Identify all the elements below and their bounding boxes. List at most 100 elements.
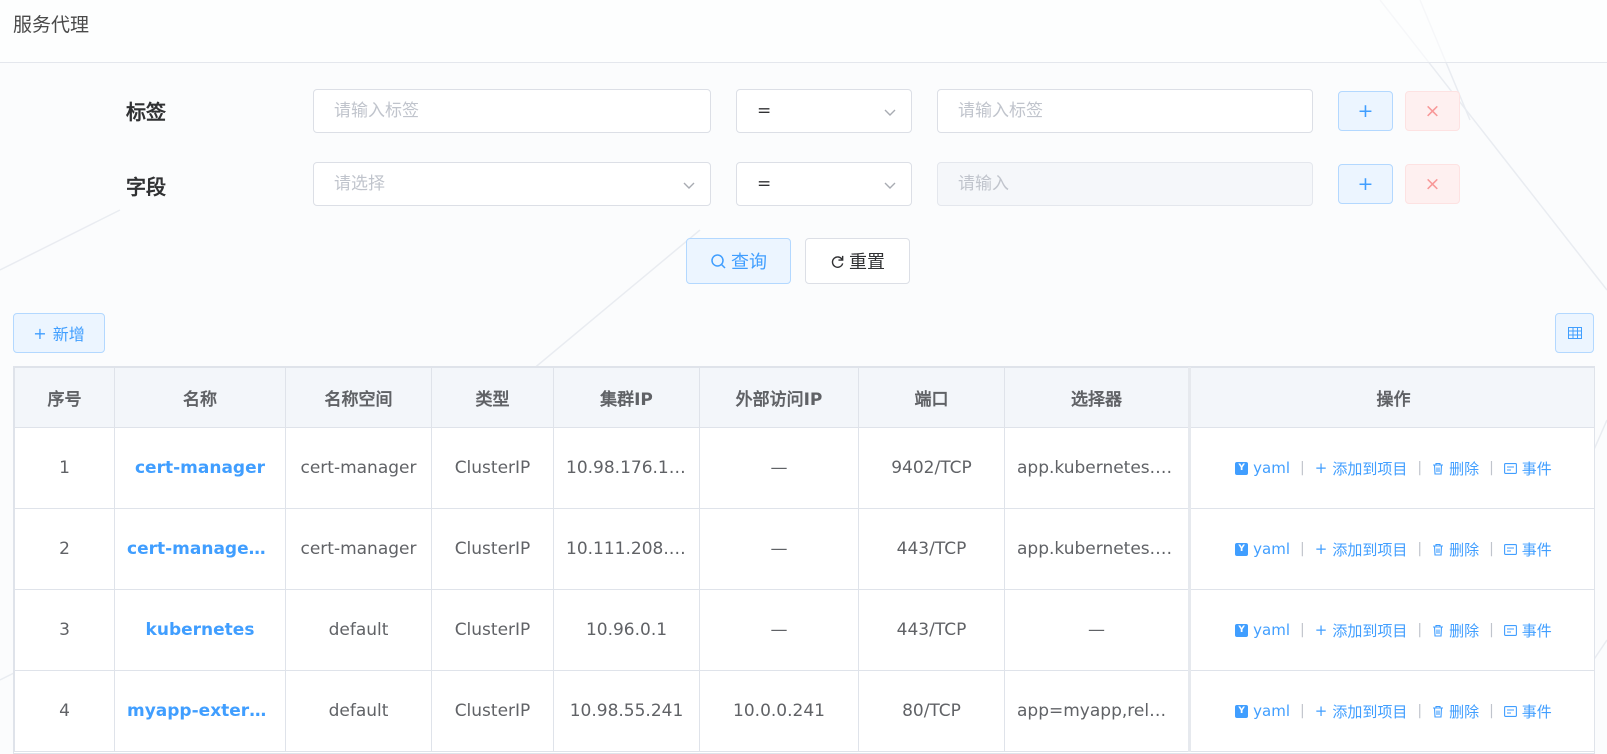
trash-icon [1433,624,1444,637]
chevron-down-icon [884,182,896,189]
tag-filter-label: 标签 [126,100,166,124]
cell-actions: Yyaml | + 添加到项目 | 删除 | 事件 [1188,508,1594,590]
trash-icon [1433,462,1444,475]
column-header[interactable]: 类型 [431,367,554,428]
remove-tag-filter-button[interactable]: × [1405,91,1460,131]
table-header-row: 序号 名称 名称空间 类型 集群IP 外部访问IP 端口 选择器 操作 [14,367,1594,428]
message-icon [1503,624,1517,636]
column-header[interactable]: 选择器 [1004,367,1190,428]
add-to-project-link[interactable]: + 添加到项目 [1315,701,1408,722]
search-icon [711,253,726,269]
reset-button[interactable]: 重置 [805,238,910,284]
field-value-input[interactable]: 请输入 [937,162,1313,206]
cell-name[interactable]: cert-manager [114,427,286,509]
grid-icon [1567,327,1582,339]
table-row: 4 myapp-externalip default ClusterIP 10.98.5… [14,670,1594,752]
cell-namespace: cert-manager [285,508,432,590]
new-button[interactable]: + 新增 [13,313,105,353]
column-header[interactable]: 名称 [114,367,286,428]
plus-icon: + [1357,173,1374,195]
plus-icon: + [1314,621,1328,639]
chevron-down-icon [683,182,695,189]
close-icon: × [1424,100,1441,122]
column-header[interactable]: 外部访问IP [699,367,859,428]
cell-cluster-ip: 10.98.55.241 [553,670,700,752]
add-field-filter-button[interactable]: + [1338,164,1393,204]
cell-index: 3 [14,589,115,671]
yaml-link[interactable]: Yyaml [1235,621,1290,639]
cell-port: 9402/TCP [858,427,1005,509]
cell-port: 443/TCP [858,508,1005,590]
cell-selector: app.kubernetes.io… [1004,508,1190,590]
tag-value-input[interactable]: 请输入标签 [937,89,1313,133]
cell-external-ip: — [699,427,859,509]
column-header: 操作 [1188,367,1594,428]
events-link[interactable]: 事件 [1503,539,1552,560]
cell-actions: Yyaml | + 添加到项目 | 删除 | 事件 [1188,670,1594,752]
refresh-icon [831,255,844,268]
cell-actions: Yyaml | + 添加到项目 | 删除 | 事件 [1188,427,1594,509]
add-to-project-link[interactable]: + 添加到项目 [1315,539,1408,560]
delete-link[interactable]: 删除 [1432,620,1479,641]
message-icon [1503,543,1517,555]
field-key-select[interactable]: 请选择 [313,162,711,206]
cell-namespace: default [285,670,432,752]
services-table: 序号 名称 名称空间 类型 集群IP 外部访问IP 端口 选择器 操作 1 cer… [13,366,1595,754]
yaml-link[interactable]: Yyaml [1235,540,1290,558]
plus-icon: + [1314,702,1328,720]
delete-link[interactable]: 删除 [1432,539,1479,560]
plus-icon: + [1314,459,1328,477]
cell-actions: Yyaml | + 添加到项目 | 删除 | 事件 [1188,589,1594,671]
plus-icon: + [1314,540,1328,558]
cell-name[interactable]: kubernetes [114,589,286,671]
add-tag-filter-button[interactable]: + [1338,91,1393,131]
cell-index: 1 [14,427,115,509]
add-to-project-link[interactable]: + 添加到项目 [1315,458,1408,479]
query-button[interactable]: 查询 [686,238,791,284]
cell-type: ClusterIP [431,508,554,590]
cell-cluster-ip: 10.111.208.254 [553,508,700,590]
cell-type: ClusterIP [431,589,554,671]
cell-type: ClusterIP [431,427,554,509]
column-header[interactable]: 端口 [858,367,1005,428]
message-icon [1503,705,1517,717]
cell-namespace: default [285,589,432,671]
yaml-link[interactable]: Yyaml [1235,459,1290,477]
cell-port: 80/TCP [858,670,1005,752]
column-header[interactable]: 集群IP [553,367,700,428]
table-row: 3 kubernetes default ClusterIP 10.96.0.1—443… [14,589,1594,671]
events-link[interactable]: 事件 [1503,701,1552,722]
tag-key-input[interactable]: 请输入标签 [313,89,711,133]
column-header[interactable]: 名称空间 [285,367,432,428]
cell-cluster-ip: 10.98.176.199 [553,427,700,509]
remove-field-filter-button[interactable]: × [1405,164,1460,204]
cell-selector: app=myapp,relea… [1004,670,1190,752]
events-link[interactable]: 事件 [1503,620,1552,641]
cell-name[interactable]: myapp-externalip [114,670,286,752]
cell-selector: — [1004,589,1190,671]
tag-operator-select[interactable]: = [736,89,912,133]
cell-external-ip: — [699,508,859,590]
plus-icon: + [1357,100,1374,122]
delete-link[interactable]: 删除 [1432,458,1479,479]
delete-link[interactable]: 删除 [1432,701,1479,722]
field-operator-select[interactable]: = [736,162,912,206]
cell-selector: app.kubernetes.io… [1004,427,1190,509]
yaml-icon: Y [1235,623,1249,637]
cell-port: 443/TCP [858,589,1005,671]
cell-name[interactable]: cert-manager-… [114,508,286,590]
yaml-link[interactable]: Yyaml [1235,702,1290,720]
cell-external-ip: 10.0.0.241 [699,670,859,752]
yaml-icon: Y [1235,461,1249,475]
column-settings-button[interactable] [1555,313,1594,353]
cell-namespace: cert-manager [285,427,432,509]
cell-external-ip: — [699,589,859,671]
message-icon [1503,462,1517,474]
cell-type: ClusterIP [431,670,554,752]
field-filter-label: 字段 [126,175,166,199]
yaml-icon: Y [1235,704,1249,718]
column-header[interactable]: 序号 [14,367,115,428]
events-link[interactable]: 事件 [1503,458,1552,479]
add-to-project-link[interactable]: + 添加到项目 [1315,620,1408,641]
yaml-icon: Y [1235,542,1249,556]
